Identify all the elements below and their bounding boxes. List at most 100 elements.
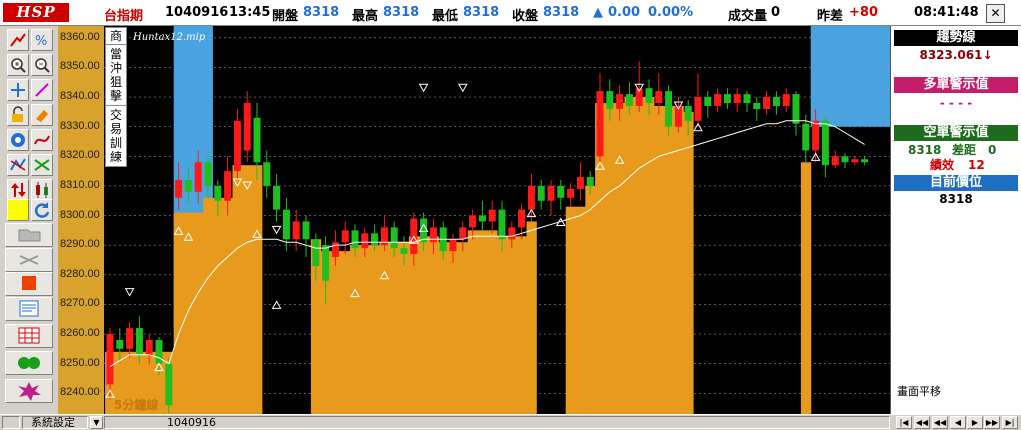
candle-body	[273, 185, 281, 210]
candle-body	[821, 120, 829, 166]
position-fill	[183, 212, 194, 414]
position-fill	[232, 165, 243, 414]
candle-body	[723, 94, 731, 104]
position-fill	[330, 251, 341, 414]
y-tick-label: 8330.00	[60, 119, 100, 132]
candle-body	[282, 209, 290, 240]
candle-body	[331, 242, 339, 258]
position-fill	[212, 197, 224, 414]
unlock-icon[interactable]	[7, 104, 29, 126]
nav-forward-icon[interactable]: ▶▶	[984, 416, 1000, 429]
position-fill	[399, 242, 410, 414]
candle-body	[184, 180, 192, 192]
candle-body	[841, 156, 849, 163]
y-tick-label: 8240.00	[60, 386, 100, 399]
refresh-icon[interactable]	[31, 199, 53, 221]
tab-product[interactable]: 商	[106, 28, 126, 45]
quote-time: 13:45	[229, 5, 271, 20]
prev-diff-label: 昨差	[817, 9, 844, 24]
position-fill	[252, 165, 263, 414]
high-value: 8318	[383, 5, 420, 20]
candle-body	[214, 185, 222, 201]
candle-body	[106, 334, 114, 385]
candle-body	[449, 239, 457, 252]
stop-icon[interactable]	[5, 272, 53, 296]
candlestick-chart[interactable]: Huntax12.mip 5分鐘線	[104, 26, 890, 414]
status-date: 1040916	[104, 416, 890, 429]
candle-body	[851, 159, 859, 163]
explosion-icon[interactable]	[5, 379, 53, 403]
report-icon[interactable]	[5, 297, 53, 321]
compass-icon[interactable]	[7, 129, 29, 151]
y-tick-label: 8300.00	[60, 208, 100, 221]
nav-last-icon[interactable]: ▶|	[1002, 416, 1018, 429]
nav-back-icon[interactable]: ◀◀	[932, 416, 948, 429]
system-settings-button[interactable]: 系統設定	[22, 416, 88, 429]
y-tick-label: 8320.00	[60, 149, 100, 162]
candle-body	[292, 221, 300, 240]
performance-value: 12	[968, 158, 985, 172]
nav-first-icon[interactable]: |◀	[896, 416, 912, 429]
curve-icon[interactable]	[31, 129, 53, 151]
indicator-icon[interactable]	[7, 154, 29, 176]
updown-arrow-icon[interactable]	[7, 179, 29, 201]
y-tick-label: 8290.00	[60, 238, 100, 251]
symbol-name[interactable]: 台指期	[104, 5, 143, 24]
position-fill	[379, 242, 390, 414]
crosshair-icon[interactable]	[7, 79, 29, 101]
y-tick-label: 8310.00	[60, 178, 100, 191]
trendline-tool-icon[interactable]	[7, 29, 29, 51]
close-icon[interactable]: ✕	[986, 4, 1005, 23]
position-fill	[614, 103, 625, 414]
open-value: 8318	[303, 5, 340, 20]
tab-daytrade-sniper[interactable]: 當沖狙擊	[106, 45, 126, 106]
cross-signal-icon[interactable]	[31, 154, 53, 176]
candle-body	[135, 328, 143, 355]
candle-body	[625, 94, 633, 106]
highlight-color-icon[interactable]	[7, 199, 29, 221]
nav-next-icon[interactable]: ▶	[967, 416, 983, 429]
candle-body	[204, 162, 212, 186]
sell-signal-marker	[124, 288, 135, 297]
candle-body	[155, 339, 163, 364]
tab-trading-training[interactable]: 交易訓練	[106, 106, 126, 166]
candle-body	[616, 94, 624, 109]
position-fill	[350, 245, 361, 414]
position-fill	[497, 236, 508, 414]
position-fill	[477, 230, 488, 414]
candle-icon[interactable]	[31, 179, 53, 201]
position-fill	[565, 206, 576, 414]
candle-body	[429, 227, 437, 243]
candle-body	[596, 91, 604, 157]
position-fill	[516, 236, 527, 414]
nav-rewind-icon[interactable]: ◀◀	[914, 416, 930, 429]
candle-body	[743, 94, 751, 104]
bull-bear-icon[interactable]	[5, 351, 53, 375]
position-fill	[369, 245, 380, 414]
sell-signal-marker	[457, 83, 468, 93]
nav-prev-icon[interactable]: ◀	[950, 416, 966, 429]
position-fill	[487, 230, 498, 414]
zoom-in-icon[interactable]	[7, 54, 29, 76]
grid-table-icon[interactable]	[5, 324, 53, 348]
eraser-icon[interactable]	[31, 104, 53, 126]
signal-band	[810, 26, 890, 127]
candle-body	[704, 97, 712, 106]
line-draw-icon[interactable]	[31, 79, 53, 101]
position-fill	[653, 105, 665, 414]
sell-signal-marker	[418, 83, 429, 93]
fibonacci-tool-icon[interactable]: %	[31, 29, 53, 51]
candle-body	[655, 91, 663, 104]
zoom-out-icon[interactable]	[31, 54, 53, 76]
position-fill	[585, 185, 596, 414]
date-dropdown-icon[interactable]: ▼	[90, 416, 103, 429]
candle-body	[714, 94, 722, 106]
candle-body	[527, 185, 535, 210]
candle-body	[459, 227, 467, 240]
position-fill	[222, 197, 233, 414]
scissors-icon[interactable]	[5, 248, 53, 272]
folder-icon[interactable]	[5, 223, 53, 247]
close-label: 收盤	[512, 9, 539, 24]
candle-body	[508, 227, 516, 240]
position-fill	[438, 242, 449, 414]
